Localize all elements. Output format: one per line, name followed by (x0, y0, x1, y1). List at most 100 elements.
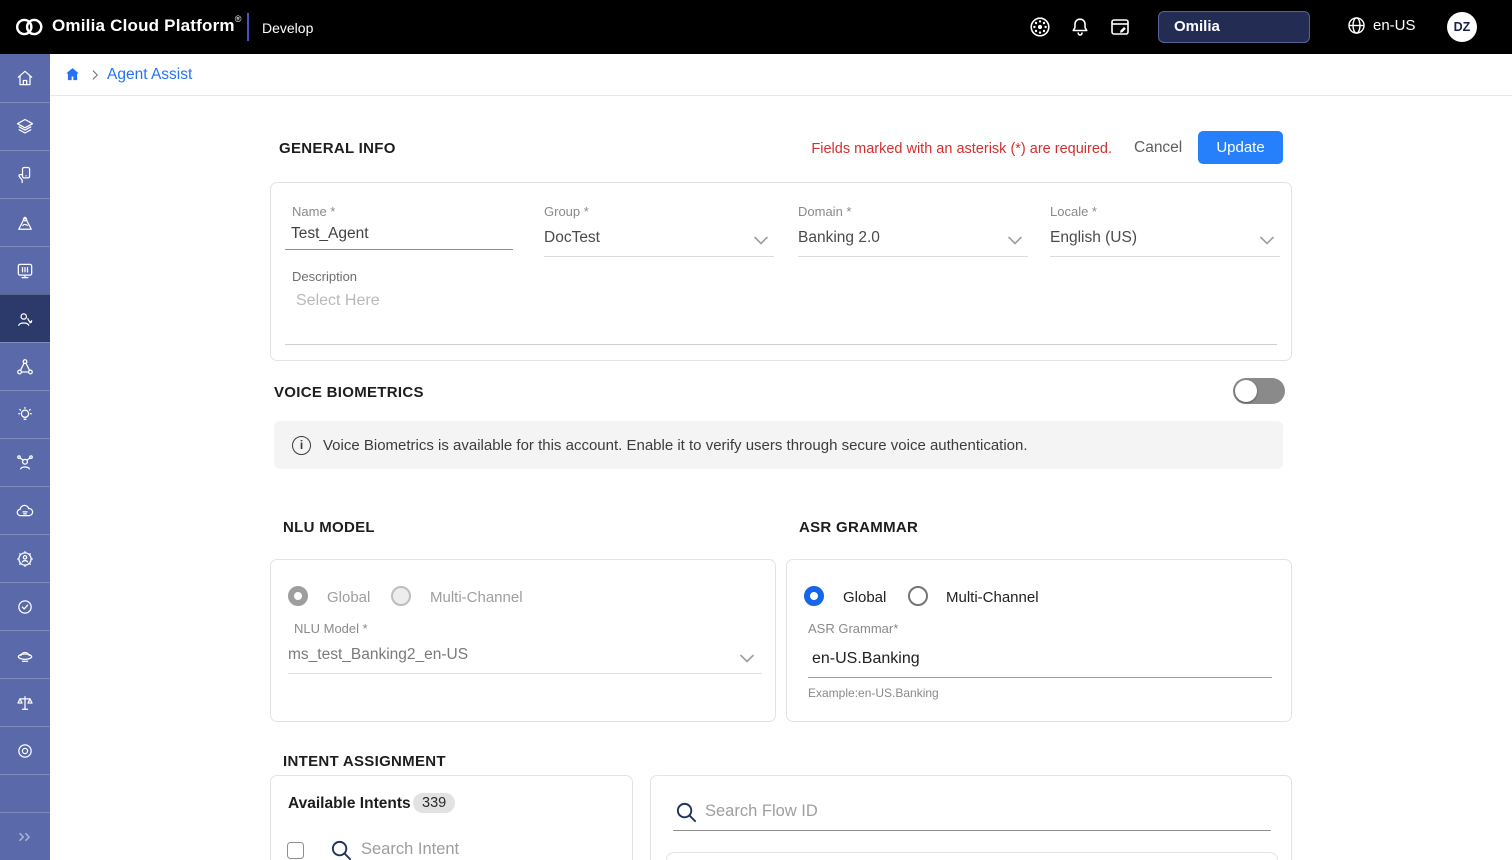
chevron-down-icon (1008, 236, 1022, 245)
group-select-value: DocTest (544, 229, 600, 246)
sidebar-item-dialogs[interactable] (0, 246, 50, 294)
agent-assist-icon (18, 312, 33, 326)
sidebar-item-insights[interactable] (0, 390, 50, 438)
asr-grammar-example: Example:en-US.Banking (808, 686, 939, 700)
cancel-button[interactable]: Cancel (1134, 139, 1182, 157)
voice-biometrics-toggle[interactable] (1233, 378, 1285, 404)
group-select[interactable]: DocTest (544, 229, 774, 257)
description-textarea[interactable] (285, 278, 1277, 345)
breadcrumb-home-icon[interactable] (64, 66, 81, 88)
breadcrumb-chevron-icon (88, 68, 102, 87)
asr-grammar-input-value: en-US.Banking (812, 650, 920, 667)
search-icon (676, 802, 697, 823)
locale-switcher[interactable]: en-US (1346, 15, 1416, 36)
layers-icon (16, 118, 34, 134)
sidebar-item-users[interactable] (0, 438, 50, 486)
nlu-multi-channel-label: Multi-Channel (430, 589, 523, 606)
asr-grammar-card: Global Multi-Channel ASR Grammar* en-US.… (786, 559, 1292, 722)
sidebar (0, 54, 50, 860)
domain-select-value: Banking 2.0 (798, 229, 880, 246)
sidebar-item-deployments[interactable] (0, 630, 50, 678)
sidebar-item-channels[interactable] (0, 150, 50, 198)
select-all-checkbox[interactable] (287, 842, 304, 859)
sidebar-collapse-button[interactable] (0, 812, 50, 860)
org-selector[interactable]: Omilia (1158, 11, 1310, 43)
info-icon: i (292, 435, 311, 455)
asr-multi-channel-label: Multi-Channel (946, 589, 1039, 606)
sidebar-item-cloud-services[interactable] (0, 486, 50, 534)
asr-grammar-field-label: ASR Grammar* (808, 621, 899, 636)
voice-biometrics-title: VOICE BIOMETRICS (274, 384, 424, 401)
notifications-bell-icon[interactable] (1069, 16, 1091, 43)
brand-title: Omilia Cloud Platform® (52, 14, 242, 35)
nlu-model-title: NLU MODEL (283, 519, 375, 536)
sidebar-item-layers[interactable] (0, 102, 50, 150)
search-flow-underline (673, 830, 1271, 831)
compass-icon (18, 216, 32, 230)
topbar-section-develop: Develop (262, 20, 314, 36)
nlu-multi-channel-radio (391, 586, 411, 606)
release-notes-icon[interactable] (1108, 15, 1132, 44)
asr-grammar-title: ASR GRAMMAR (799, 519, 919, 536)
required-note: Fields marked with an asterisk (*) are r… (811, 141, 1112, 157)
nlu-global-label: Global (327, 589, 371, 606)
platform-icon (17, 651, 33, 662)
breadcrumb-agent-assist-link[interactable]: Agent Assist (107, 66, 192, 84)
sidebar-spacer (0, 774, 50, 812)
search-flow-id-input[interactable] (705, 802, 1105, 821)
group-label: Group * (544, 204, 589, 219)
asr-multi-channel-radio[interactable] (908, 586, 928, 606)
help-wheel-icon[interactable] (1028, 15, 1052, 44)
general-info-title: GENERAL INFO (279, 140, 396, 157)
asr-global-label: Global (843, 589, 887, 606)
sidebar-item-agent-assist[interactable] (0, 294, 50, 342)
topbar: Omilia Cloud Platform® Develop Omilia en… (0, 0, 1512, 54)
locale-switcher-value: en-US (1373, 17, 1416, 34)
available-intents-label: Available Intents (288, 795, 411, 812)
kiosk-icon (17, 263, 33, 278)
voice-biometrics-info-text: Voice Biometrics is available for this a… (323, 436, 1028, 454)
available-intents-card: Available Intents 339 (270, 775, 633, 860)
name-input[interactable] (285, 222, 513, 250)
sidebar-item-design[interactable] (0, 198, 50, 246)
user-network-icon (17, 454, 33, 469)
flow-list-item[interactable] (666, 852, 1278, 860)
update-button[interactable]: Update (1198, 131, 1283, 164)
nlu-model-card: Global Multi-Channel NLU Model * ms_test… (270, 559, 776, 722)
sidebar-item-admin[interactable] (0, 534, 50, 582)
badge-check-icon (18, 599, 32, 614)
search-intent-input[interactable] (361, 840, 611, 859)
omilia-logo-icon[interactable] (12, 14, 46, 45)
globe-icon (1348, 17, 1365, 34)
gear-user-icon (17, 550, 33, 567)
available-intents-count-badge: 339 (413, 793, 456, 813)
intent-assignment-title: INTENT ASSIGNMENT (283, 753, 446, 770)
chevron-down-icon (754, 236, 768, 245)
asr-global-radio[interactable] (804, 586, 824, 606)
topbar-divider (247, 13, 249, 41)
nlu-global-radio (288, 586, 308, 606)
domain-select[interactable]: Banking 2.0 (798, 229, 1028, 257)
toggle-knob (1235, 380, 1257, 402)
locale-select[interactable]: English (US) (1050, 229, 1280, 257)
domain-label: Domain * (798, 204, 852, 219)
asr-grammar-input[interactable]: en-US.Banking (808, 650, 1272, 678)
sidebar-item-monitoring[interactable] (0, 726, 50, 774)
sidebar-item-compliance[interactable] (0, 678, 50, 726)
scales-icon (17, 695, 33, 710)
lightbulb-icon (18, 406, 32, 420)
chevrons-right-icon (19, 832, 30, 841)
sidebar-item-home[interactable] (0, 54, 50, 102)
registered-mark: ® (234, 14, 242, 25)
sidebar-item-quality[interactable] (0, 582, 50, 630)
voice-biometrics-banner: i Voice Biometrics is available for this… (274, 421, 1283, 469)
nlu-model-select-value: ms_test_Banking2_en-US (288, 646, 469, 663)
home-icon (17, 70, 33, 86)
avatar[interactable]: DZ (1447, 12, 1477, 42)
network-icon (17, 358, 33, 374)
nlu-model-field-label: NLU Model * (294, 621, 368, 636)
sidebar-item-entities[interactable] (0, 342, 50, 390)
flow-assignment-card (650, 775, 1292, 860)
cloud-icon (16, 504, 34, 516)
org-selector-value: Omilia (1174, 18, 1220, 35)
